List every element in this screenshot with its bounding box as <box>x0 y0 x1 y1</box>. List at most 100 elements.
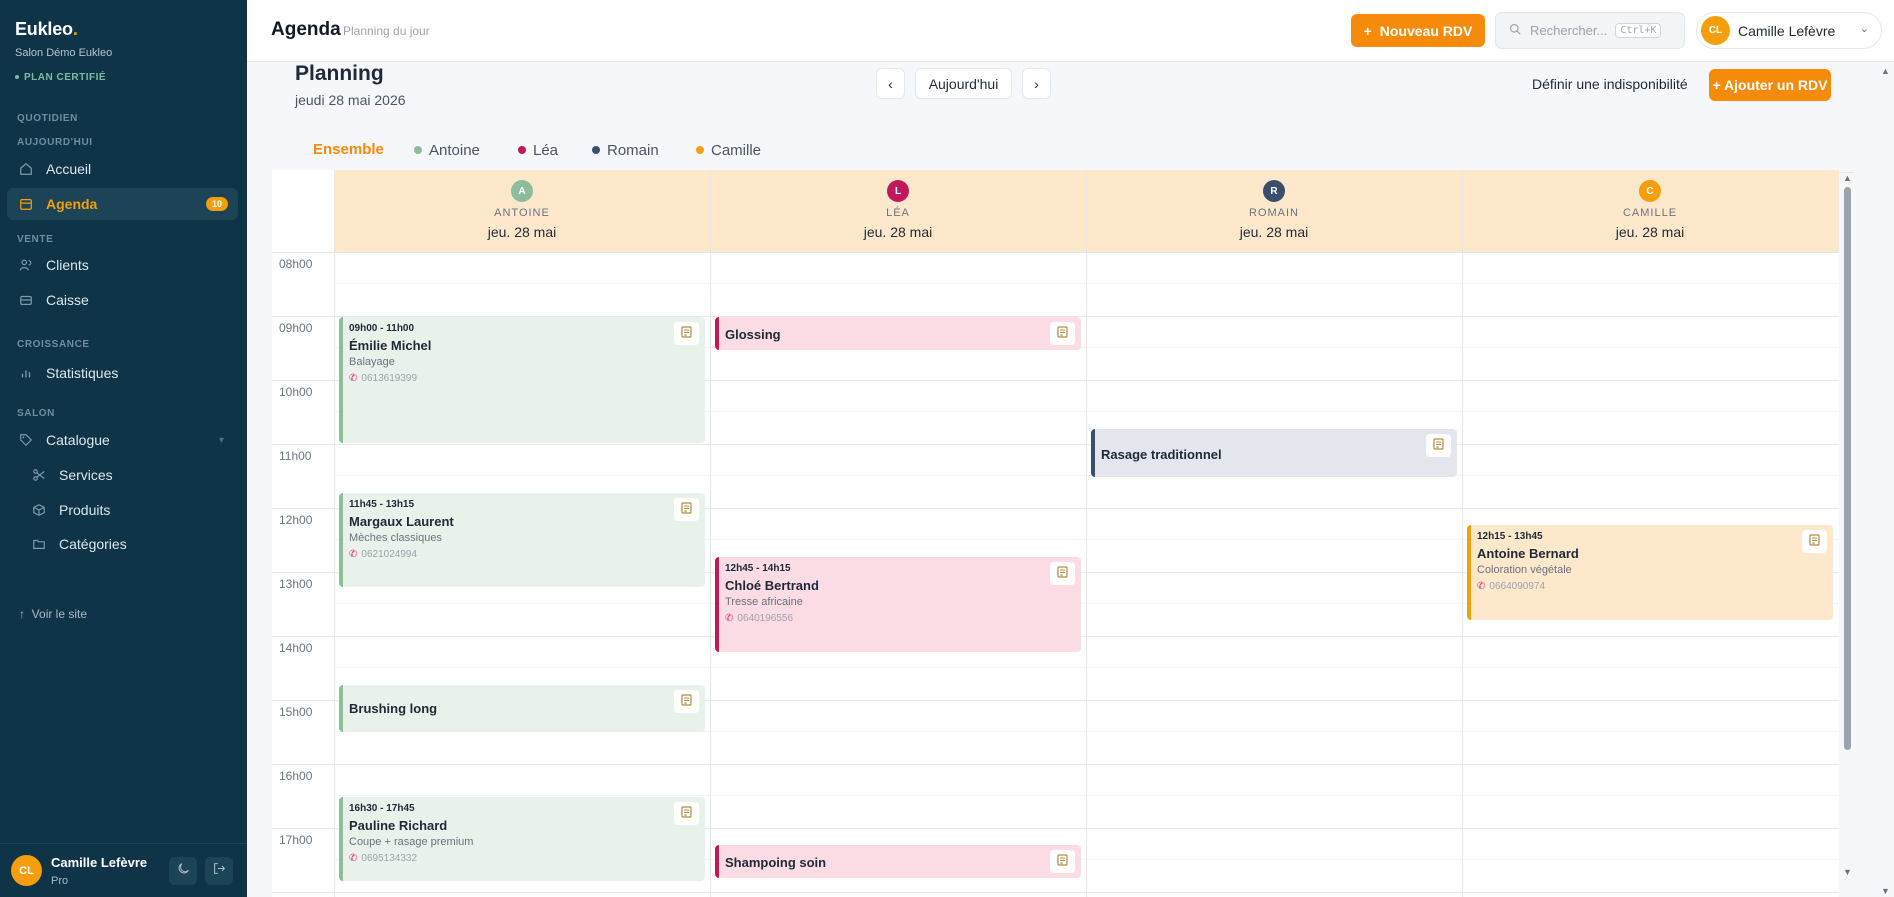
bar-chart-icon <box>18 365 34 381</box>
sidebar-item-label: Statistiques <box>46 365 119 381</box>
appointment-card[interactable]: Rasage traditionnel <box>1091 429 1457 477</box>
page-scroll-up-icon[interactable]: ▲ <box>1881 66 1890 76</box>
note-button[interactable] <box>674 322 699 345</box>
chevron-down-icon: ⌄ <box>1859 23 1869 35</box>
arrow-up-icon: ↑ <box>19 607 25 621</box>
note-button[interactable] <box>674 498 699 521</box>
sidebar-item-categories[interactable]: Catégories <box>20 528 238 560</box>
column-header-romain: R ROMAIN jeu. 28 mai <box>1086 170 1462 252</box>
brand-logo[interactable]: Eukleo. <box>15 19 78 40</box>
column-staff-name: ROMAIN <box>1249 207 1299 219</box>
appointment-service: Balayage <box>349 356 395 368</box>
phone-icon: ✆ <box>349 373 358 384</box>
column-date: jeu. 28 mai <box>1615 224 1685 240</box>
tab-antoine[interactable]: Antoine <box>414 128 480 172</box>
appointment-card[interactable]: 11h45 - 13h15 Margaux Laurent Mèches cla… <box>339 493 705 587</box>
scroll-up-icon[interactable]: ▲ <box>1843 173 1852 183</box>
appointment-phone: ✆ 0613619399 <box>349 373 418 384</box>
note-button[interactable] <box>674 690 699 713</box>
receipt-icon <box>681 501 692 519</box>
tab-ensemble[interactable]: Ensemble <box>294 128 403 172</box>
user-role: Pro <box>51 875 69 887</box>
search-icon <box>1509 23 1521 38</box>
sidebar-item-accueil[interactable]: Accueil <box>7 153 238 185</box>
tab-dot-icon <box>696 146 704 154</box>
planning-title: Planning <box>295 62 384 85</box>
sidebar-item-catalogue[interactable]: Catalogue ▾ <box>7 424 238 456</box>
note-button[interactable] <box>1802 530 1827 553</box>
receipt-icon <box>681 693 692 711</box>
column-staff-name: CAMILLE <box>1622 207 1678 219</box>
hour-label: 14h00 <box>279 641 313 655</box>
staff-tabs: Ensemble Antoine Léa Romain Camille <box>294 128 1854 173</box>
add-rdv-button[interactable]: + Ajouter un RDV <box>1709 69 1831 101</box>
appointment-card[interactable]: 12h15 - 13h45 Antoine Bernard Coloration… <box>1467 525 1833 620</box>
page-scroll-down-icon[interactable]: ▼ <box>1881 886 1890 896</box>
note-button[interactable] <box>1050 850 1075 873</box>
today-button[interactable]: Aujourd'hui <box>915 68 1012 99</box>
hour-label: 08h00 <box>279 257 313 271</box>
sidebar-item-services[interactable]: Services <box>20 459 238 491</box>
column-date: jeu. 28 mai <box>863 224 933 240</box>
column-divider <box>1086 170 1087 897</box>
tab-romain[interactable]: Romain <box>592 128 659 172</box>
calendar-scrollbar[interactable] <box>1844 187 1851 750</box>
define-unavailability-button[interactable]: Définir une indisponibilité <box>1532 76 1688 92</box>
hour-label: 15h00 <box>279 705 313 719</box>
next-day-button[interactable]: › <box>1022 68 1051 99</box>
section-croissance: CROISSANCE <box>17 339 90 350</box>
sidebar-item-caisse[interactable]: Caisse <box>7 284 238 316</box>
appointment-card[interactable]: 16h30 - 17h45 Pauline Richard Coupe + ra… <box>339 797 705 881</box>
tab-dot-icon <box>518 146 526 154</box>
users-icon <box>18 257 34 273</box>
hour-label: 12h00 <box>279 513 313 527</box>
note-button[interactable] <box>1050 562 1075 585</box>
note-button[interactable] <box>674 802 699 825</box>
dark-mode-button[interactable] <box>169 857 197 885</box>
prev-day-button[interactable]: ‹ <box>876 68 905 99</box>
hour-label: 17h00 <box>279 833 313 847</box>
column-staff-name: LÉA <box>886 207 910 219</box>
receipt-icon <box>1433 437 1444 455</box>
sidebar-user: CL Camille Lefèvre Pro <box>0 843 247 897</box>
plan-badge: PLAN CERTIFIÉ <box>15 72 106 83</box>
hour-label: 11h00 <box>279 449 312 463</box>
sidebar-item-agenda[interactable]: Agenda 10 <box>7 188 238 220</box>
appointment-card[interactable]: 09h00 - 11h00 Émilie Michel Balayage ✆ 06… <box>339 317 705 443</box>
appointment-card[interactable]: Shampoing soin <box>715 845 1081 878</box>
sidebar-item-statistiques[interactable]: Statistiques <box>7 357 238 389</box>
appointment-card[interactable]: Glossing <box>715 317 1081 350</box>
note-button[interactable] <box>1426 434 1451 457</box>
sidebar-item-label: Catalogue <box>46 432 110 448</box>
appointment-card[interactable]: 12h45 - 14h15 Chloé Bertrand Tresse afri… <box>715 557 1081 652</box>
phone-icon: ✆ <box>725 613 734 624</box>
receipt-icon <box>681 805 692 823</box>
section-aujourdhui: AUJOURD'HUI <box>17 137 93 148</box>
note-button[interactable] <box>1050 322 1075 345</box>
logout-icon <box>213 862 226 880</box>
column-divider <box>1462 170 1463 897</box>
tab-camille[interactable]: Camille <box>696 128 761 172</box>
voir-le-site-link[interactable]: ↑ Voir le site <box>19 607 87 621</box>
appointment-service: Tresse africaine <box>725 596 803 608</box>
logout-button[interactable] <box>205 857 233 885</box>
hour-label: 09h00 <box>279 321 313 335</box>
sidebar-item-label: Caisse <box>46 292 89 308</box>
phone-icon: ✆ <box>1477 581 1486 592</box>
tab-dot-icon <box>414 146 422 154</box>
plus-icon: + <box>1363 22 1372 39</box>
user-menu[interactable]: CL Camille Lefèvre ⌄ <box>1696 12 1882 49</box>
box-icon <box>31 502 47 518</box>
new-rdv-button[interactable]: + Nouveau RDV <box>1351 14 1485 47</box>
receipt-icon <box>681 325 692 343</box>
sidebar-item-clients[interactable]: Clients <box>7 249 238 281</box>
sidebar-item-label: Catégories <box>59 536 127 552</box>
scroll-down-icon[interactable]: ▼ <box>1843 867 1852 877</box>
sidebar-item-produits[interactable]: Produits <box>20 494 238 526</box>
tag-icon <box>18 432 34 448</box>
avatar[interactable]: CL <box>11 855 42 886</box>
appointment-card[interactable]: Brushing long <box>339 685 705 732</box>
search-input[interactable]: Rechercher... Ctrl+K <box>1495 12 1685 49</box>
tab-lea[interactable]: Léa <box>518 128 558 172</box>
appointment-title: Rasage traditionnel <box>1101 447 1222 462</box>
